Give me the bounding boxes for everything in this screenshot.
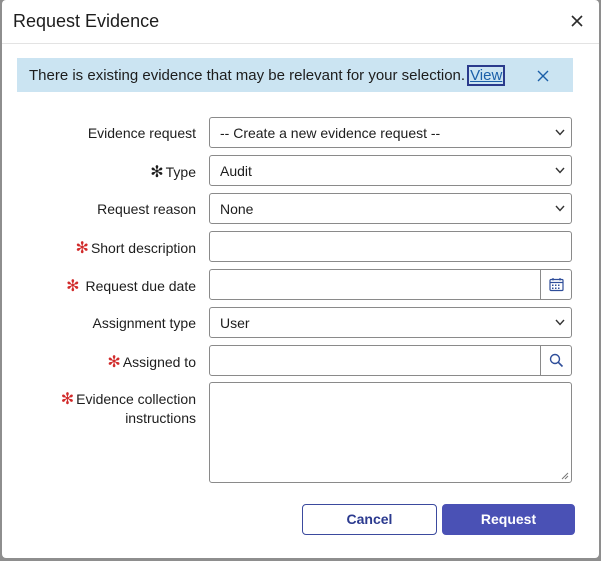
resize-grip-icon[interactable] bbox=[560, 471, 569, 480]
chevron-down-icon bbox=[555, 167, 565, 174]
request-reason-select[interactable]: None bbox=[209, 193, 572, 224]
info-banner: There is existing evidence that may be r… bbox=[17, 58, 573, 92]
instructions-textarea[interactable] bbox=[209, 382, 572, 483]
close-icon[interactable] bbox=[569, 13, 585, 29]
assignment-type-value: User bbox=[220, 315, 250, 331]
request-due-date-input[interactable] bbox=[209, 269, 572, 300]
request-due-date-label: ✻ Request due date bbox=[66, 278, 196, 295]
required-marker: ✻ bbox=[75, 240, 89, 257]
chevron-down-icon bbox=[555, 319, 565, 326]
short-description-input[interactable] bbox=[209, 231, 572, 262]
short-description-label: ✻ Short description bbox=[75, 240, 196, 257]
request-button[interactable]: Request bbox=[442, 504, 575, 535]
type-label: ✻ Type bbox=[150, 164, 196, 181]
cancel-button[interactable]: Cancel bbox=[302, 504, 437, 535]
assignment-type-label: Assignment type bbox=[92, 315, 197, 331]
evidence-request-value: -- Create a new evidence request -- bbox=[220, 125, 441, 141]
chevron-down-icon bbox=[555, 205, 565, 212]
instructions-label: ✻ Evidence collection instructions bbox=[60, 391, 196, 426]
chevron-down-icon bbox=[555, 129, 565, 136]
evidence-request-label: Evidence request bbox=[87, 125, 196, 141]
banner-view-link[interactable]: View bbox=[467, 65, 506, 86]
assigned-to-input[interactable] bbox=[209, 345, 572, 376]
required-marker: ✻ bbox=[150, 164, 164, 181]
dialog-header: Request Evidence bbox=[2, 0, 599, 44]
required-marker: ✻ bbox=[107, 354, 121, 371]
required-marker: ✻ bbox=[66, 278, 80, 295]
close-icon[interactable] bbox=[537, 69, 549, 82]
banner-message: There is existing evidence that may be r… bbox=[29, 67, 466, 84]
date-picker-button[interactable] bbox=[540, 270, 571, 299]
calendar-icon bbox=[549, 278, 564, 292]
request-evidence-dialog: Request Evidence There is existing evide… bbox=[2, 0, 599, 558]
dialog-title: Request Evidence bbox=[13, 11, 160, 31]
lookup-button[interactable] bbox=[540, 346, 571, 375]
evidence-request-select[interactable]: -- Create a new evidence request -- bbox=[209, 117, 572, 148]
request-reason-value: None bbox=[220, 201, 254, 217]
required-marker: ✻ bbox=[60, 391, 75, 408]
search-icon bbox=[549, 353, 564, 368]
request-reason-label: Request reason bbox=[97, 201, 196, 217]
type-value: Audit bbox=[220, 163, 252, 179]
assigned-to-label: ✻ Assigned to bbox=[107, 354, 196, 371]
assignment-type-select[interactable]: User bbox=[209, 307, 572, 338]
type-select[interactable]: Audit bbox=[209, 155, 572, 186]
